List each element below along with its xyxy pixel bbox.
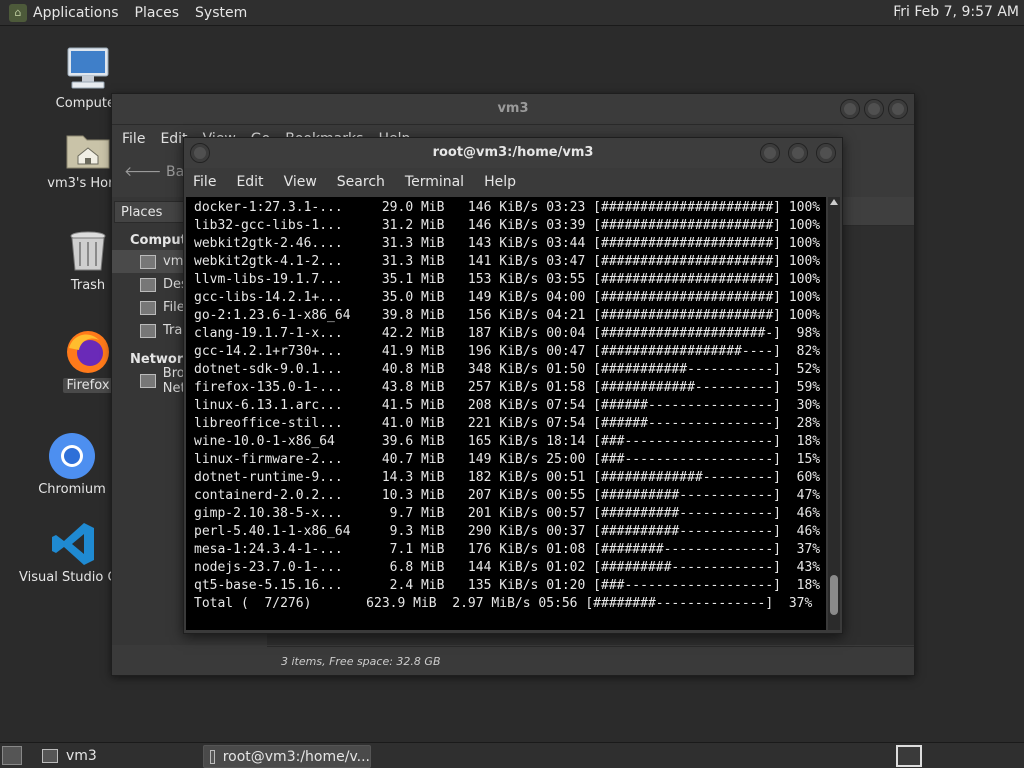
terminal-line: go-2:1.23.6-1-x86_64 39.8 MiB 156 KiB/s … [194, 308, 821, 323]
task-terminal[interactable]: root@vm3:/home/v... [203, 745, 371, 768]
main-menu-logo-icon[interactable]: ⌂ [9, 3, 27, 22]
terminal-small-icon [210, 749, 215, 764]
terminal-line: gcc-14.2.1+r730+... 41.9 MiB 196 KiB/s 0… [194, 344, 821, 359]
term-menu-edit[interactable]: Edit [236, 174, 263, 190]
terminal-title: root@vm3:/home/vm3 [432, 145, 594, 160]
task-label: root@vm3:/home/v... [222, 748, 370, 765]
back-arrow-icon: 🡐 [124, 163, 162, 180]
terminal-output: docker-1:27.3.1-... 29.0 MiB 146 KiB/s 0… [186, 197, 826, 613]
minimize-button[interactable] [760, 143, 780, 163]
terminal-line: mesa-1:24.3.4-1-... 7.1 MiB 176 KiB/s 01… [194, 542, 821, 557]
file-manager-statusbar: 3 items, Free space: 32.8 GB [267, 646, 914, 675]
close-button[interactable] [888, 99, 908, 119]
trash-icon [64, 228, 112, 276]
file-manager-titlebar[interactable]: vm3 [112, 94, 914, 125]
terminal-line: containerd-2.0.2... 10.3 MiB 207 KiB/s 0… [194, 488, 821, 503]
menu-system[interactable]: System [195, 5, 247, 21]
terminal-line: gimp-2.10.38-5-x... 9.7 MiB 201 KiB/s 00… [194, 506, 821, 521]
terminal-line: docker-1:27.3.1-... 29.0 MiB 146 KiB/s 0… [194, 200, 821, 215]
terminal-screen[interactable]: docker-1:27.3.1-... 29.0 MiB 146 KiB/s 0… [186, 197, 826, 630]
computer-icon [64, 46, 112, 94]
terminal-line: clang-19.1.7-1-x... 42.2 MiB 187 KiB/s 0… [194, 326, 821, 341]
terminal-titlebar[interactable]: root@vm3:/home/vm3 [184, 138, 842, 168]
terminal-line: Total ( 7/276) 623.9 MiB 2.97 MiB/s 05:5… [194, 596, 813, 611]
desktop-icon [140, 277, 156, 292]
terminal-line: nodejs-23.7.0-1-... 6.8 MiB 144 KiB/s 01… [194, 560, 821, 575]
maximize-button[interactable] [788, 143, 808, 163]
menu-places[interactable]: Places [135, 5, 180, 21]
terminal-line: dotnet-runtime-9... 14.3 MiB 182 KiB/s 0… [194, 470, 821, 485]
fm-menu-file[interactable]: File [122, 131, 145, 147]
trash-small-icon [140, 323, 156, 338]
drive-icon [140, 300, 156, 315]
menu-applications[interactable]: Applications [33, 5, 119, 21]
terminal-line: perl-5.40.1-1-x86_64 9.3 MiB 290 KiB/s 0… [194, 524, 821, 539]
folder-small-icon [42, 748, 58, 763]
term-menu-terminal[interactable]: Terminal [405, 174, 464, 190]
term-menu-file[interactable]: File [193, 174, 216, 190]
terminal-line: linux-6.13.1.arc... 41.5 MiB 208 KiB/s 0… [194, 398, 821, 413]
clock[interactable]: Fri Feb 7, 9:57 AM [893, 4, 1019, 20]
terminal-line: qt5-base-5.15.16... 2.4 MiB 135 KiB/s 01… [194, 578, 821, 593]
terminal-line: llvm-libs-19.1.7... 35.1 MiB 153 KiB/s 0… [194, 272, 821, 287]
firefox-icon [64, 328, 112, 376]
terminal-line: webkit2gtk-4.1-2... 31.3 MiB 141 KiB/s 0… [194, 254, 821, 269]
bottom-panel: vm3 root@vm3:/home/v... [0, 742, 1024, 768]
chromium-icon [48, 432, 96, 480]
terminal-line: gcc-libs-14.2.1+... 35.0 MiB 149 KiB/s 0… [194, 290, 821, 305]
show-desktop-icon[interactable] [2, 746, 22, 765]
terminal-menubar: File Edit View Search Terminal Help [184, 168, 842, 196]
scroll-up-arrow-icon[interactable] [830, 199, 838, 205]
task-label: vm3 [66, 747, 97, 764]
terminal-line: webkit2gtk-2.46.... 31.3 MiB 143 KiB/s 0… [194, 236, 821, 251]
term-menu-search[interactable]: Search [337, 174, 385, 190]
terminal-line: linux-firmware-2... 40.7 MiB 149 KiB/s 2… [194, 452, 821, 467]
scrollbar-thumb[interactable] [830, 575, 838, 615]
file-manager-title: vm3 [497, 101, 529, 116]
task-file-manager[interactable]: vm3 [36, 745, 196, 766]
network-icon [140, 373, 156, 388]
maximize-button[interactable] [864, 99, 884, 119]
vscode-icon [50, 520, 98, 568]
terminal-window: root@vm3:/home/vm3 File Edit View Search… [183, 137, 843, 634]
terminal-line: lib32-gcc-libs-1... 31.2 MiB 146 KiB/s 0… [194, 218, 821, 233]
terminal-line: libreoffice-stil... 41.0 MiB 221 KiB/s 0… [194, 416, 821, 431]
minimize-button[interactable] [840, 99, 860, 119]
close-button[interactable] [816, 143, 836, 163]
home-folder-icon [64, 126, 112, 174]
terminal-line: wine-10.0-1-x86_64 39.6 MiB 165 KiB/s 18… [194, 434, 821, 449]
term-menu-help[interactable]: Help [484, 174, 516, 190]
term-menu-view[interactable]: View [284, 174, 317, 190]
home-icon [140, 254, 156, 269]
terminal-line: firefox-135.0-1-... 43.8 MiB 257 KiB/s 0… [194, 380, 821, 395]
terminal-line: dotnet-sdk-9.0.1... 40.8 MiB 348 KiB/s 0… [194, 362, 821, 377]
workspace-switcher[interactable] [896, 745, 922, 767]
terminal-scrollbar[interactable] [828, 197, 840, 630]
top-panel: ⌂ Applications Places System Fri Feb 7, … [0, 0, 1024, 26]
firefox-label-text: Firefox [63, 378, 113, 393]
